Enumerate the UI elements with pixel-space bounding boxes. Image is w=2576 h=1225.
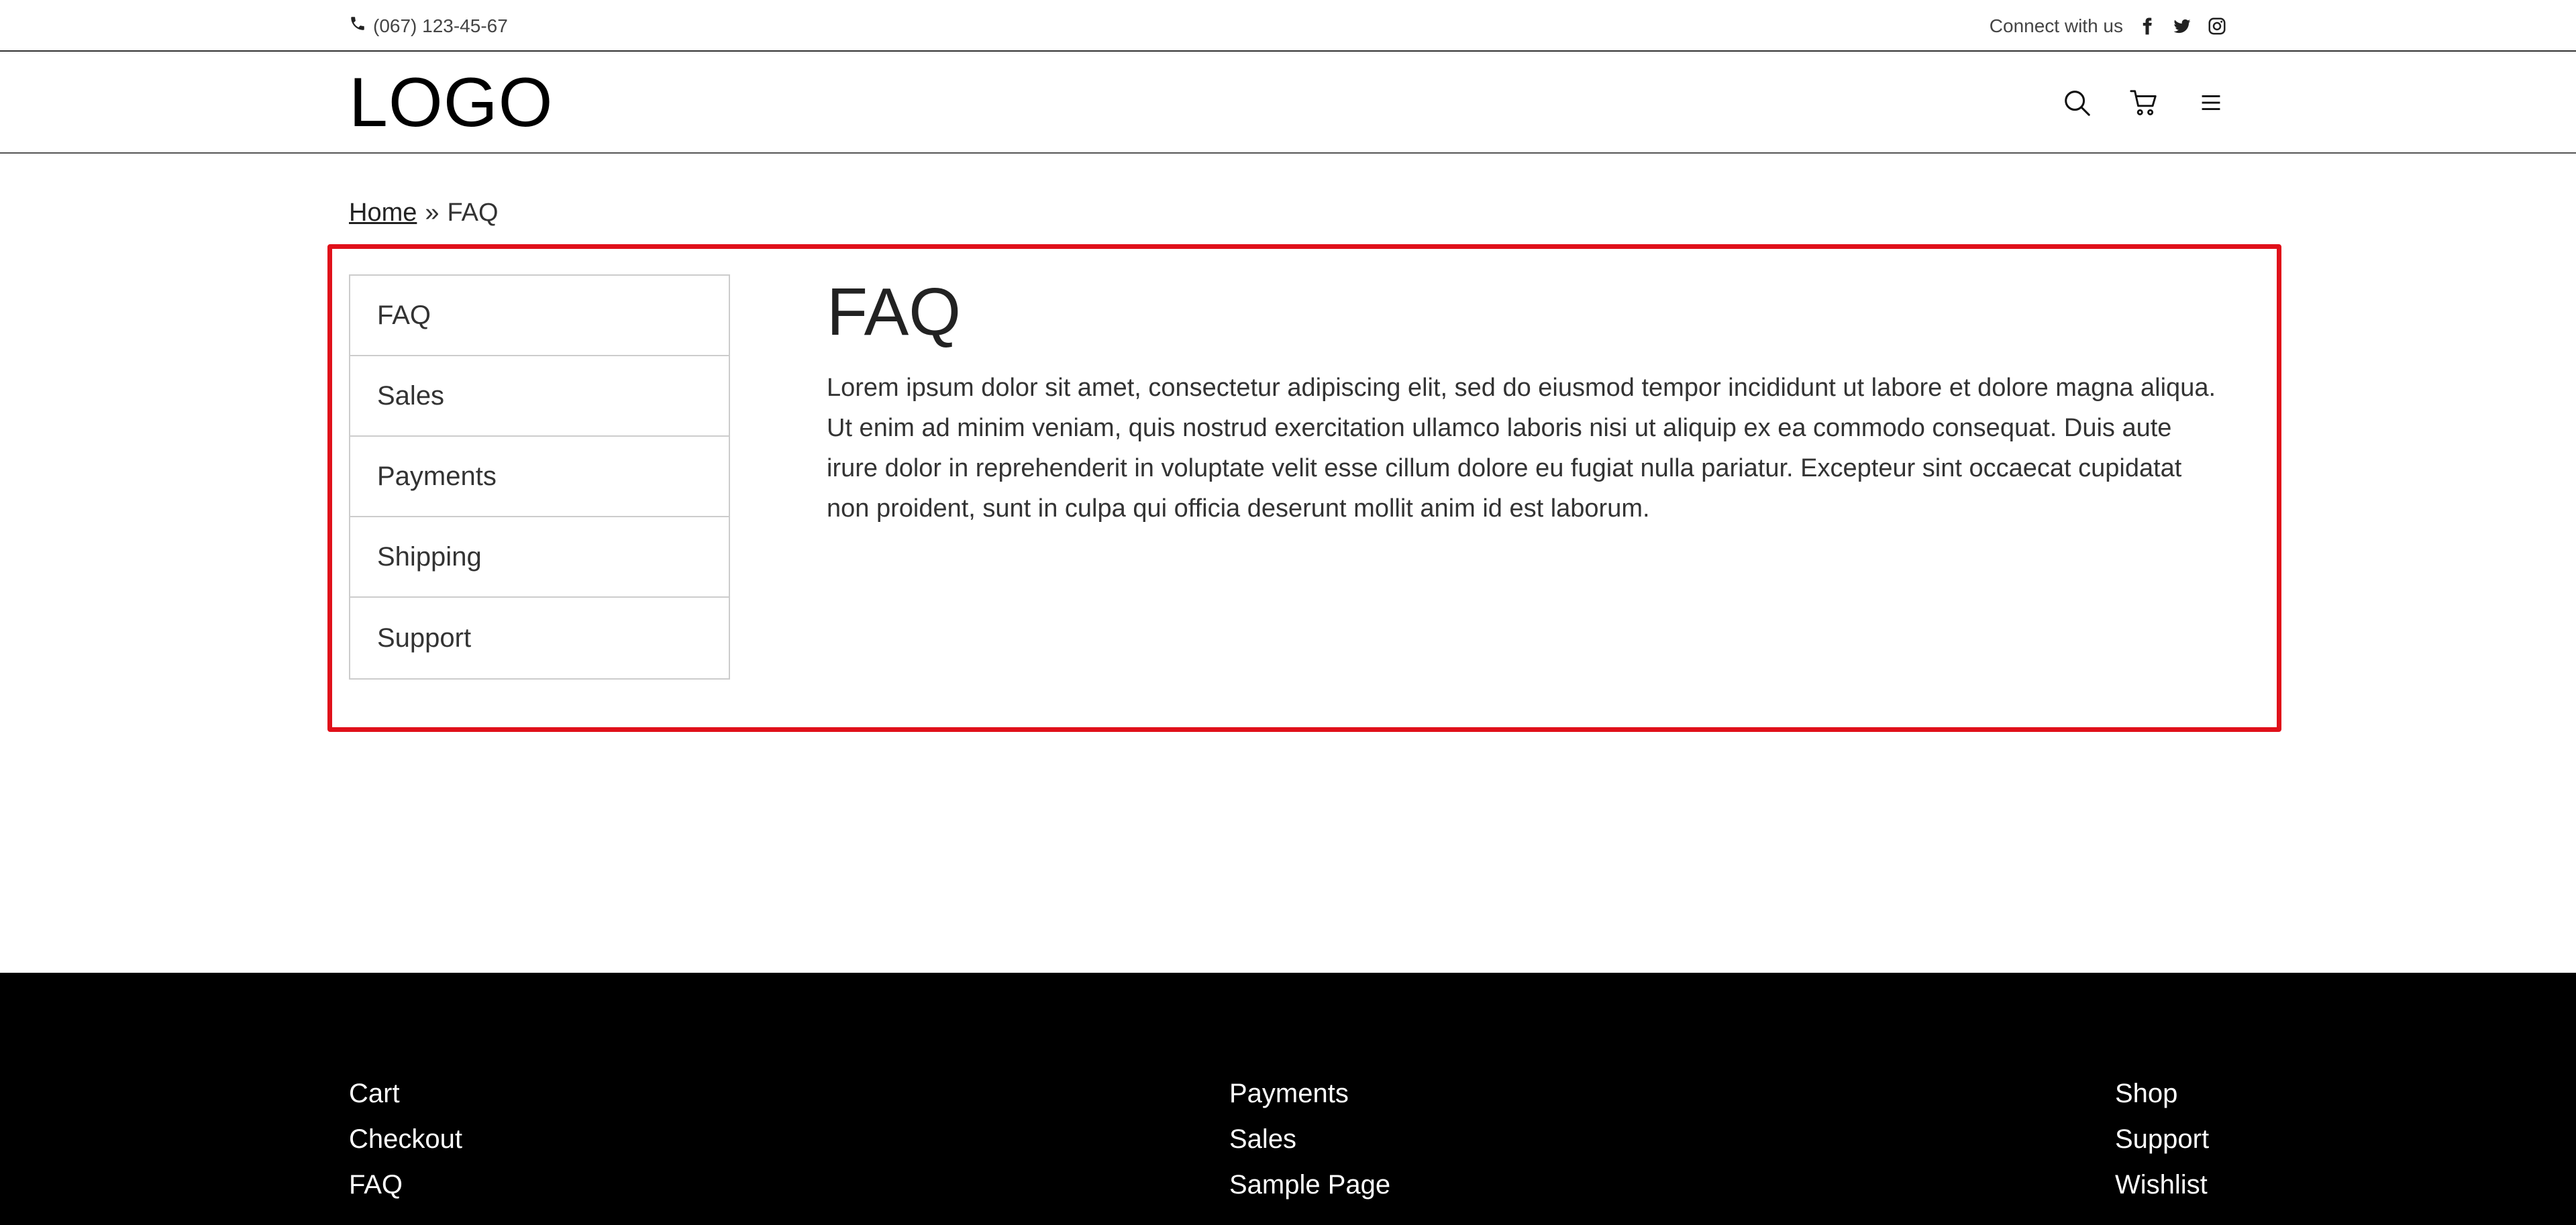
- content-body: Lorem ipsum dolor sit amet, consectetur …: [827, 374, 2216, 523]
- facebook-icon[interactable]: [2136, 15, 2158, 37]
- footer-column-1: Cart Checkout FAQ: [349, 1077, 462, 1202]
- instagram-icon[interactable]: [2206, 15, 2228, 37]
- sidebar-item-sales[interactable]: Sales: [350, 356, 729, 437]
- footer-link-wishlist[interactable]: Wishlist: [2115, 1168, 2209, 1202]
- footer-link-checkout[interactable]: Checkout: [349, 1122, 462, 1156]
- sidebar-item-shipping[interactable]: Shipping: [350, 517, 729, 598]
- footer-link-cart[interactable]: Cart: [349, 1077, 462, 1110]
- twitter-icon[interactable]: [2171, 15, 2193, 37]
- footer-link-shop[interactable]: Shop: [2115, 1077, 2209, 1110]
- breadcrumb-home-link[interactable]: Home: [349, 199, 417, 227]
- footer-link-payments[interactable]: Payments: [1229, 1077, 1390, 1110]
- phone-number: (067) 123-45-67: [373, 15, 508, 36]
- faq-sidebar: FAQ Sales Payments Shipping Support: [349, 274, 730, 680]
- header-actions: [2060, 86, 2228, 119]
- footer-link-sales[interactable]: Sales: [1229, 1122, 1390, 1156]
- sidebar-item-payments[interactable]: Payments: [350, 437, 729, 517]
- site-header: LOGO: [0, 52, 2576, 154]
- footer-column-3: Shop Support Wishlist: [2115, 1077, 2209, 1202]
- footer-column-2: Payments Sales Sample Page: [1229, 1077, 1390, 1202]
- footer-link-faq[interactable]: FAQ: [349, 1168, 462, 1202]
- menu-icon[interactable]: [2194, 86, 2228, 119]
- cart-icon[interactable]: [2127, 86, 2161, 119]
- phone-icon: [349, 15, 366, 37]
- site-logo[interactable]: LOGO: [349, 68, 554, 138]
- breadcrumb: Home » FAQ: [349, 199, 499, 227]
- footer-link-support[interactable]: Support: [2115, 1122, 2209, 1156]
- breadcrumb-current: FAQ: [447, 199, 499, 227]
- site-footer: Cart Checkout FAQ Payments Sales Sample …: [0, 973, 2576, 1225]
- phone-contact[interactable]: (067) 123-45-67: [349, 15, 508, 37]
- page-title: FAQ: [827, 274, 962, 350]
- sidebar-item-faq[interactable]: FAQ: [350, 276, 729, 356]
- top-bar: (067) 123-45-67 Connect with us: [0, 0, 2576, 52]
- social-links: Connect with us: [1990, 15, 2228, 37]
- connect-label: Connect with us: [1989, 15, 2123, 36]
- breadcrumb-separator: »: [425, 199, 440, 227]
- sidebar-item-support[interactable]: Support: [350, 598, 729, 678]
- footer-link-sample-page[interactable]: Sample Page: [1229, 1168, 1390, 1202]
- faq-content: FAQ Lorem ipsum dolor sit amet, consecte…: [827, 275, 2229, 529]
- search-icon[interactable]: [2060, 86, 2094, 119]
